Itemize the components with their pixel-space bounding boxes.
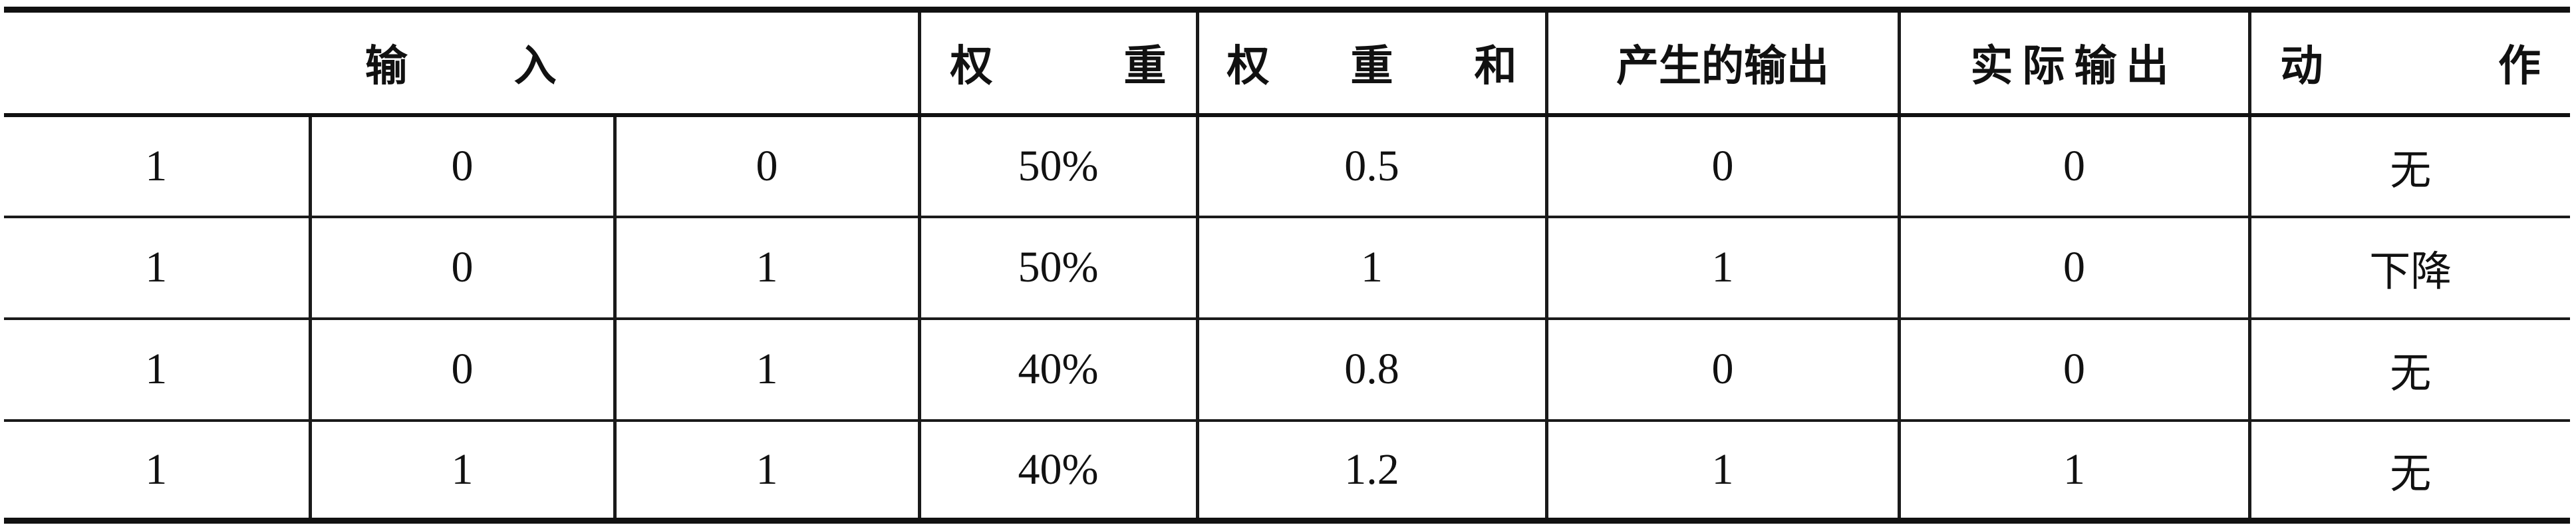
header-weight-sum-char-1: 权 [1226, 42, 1270, 92]
cell-action: 无 [2247, 317, 2571, 422]
header-weight-char-1: 权 [950, 42, 993, 92]
header-input-char-1: 输 [364, 42, 408, 92]
cell-actual-output: 0 [1897, 215, 2251, 320]
cell-weight-sum: 1.2 [1195, 419, 1548, 524]
header-produced-output: 产生的输出 [1544, 7, 1901, 117]
cell-input-1: 1 [4, 215, 312, 320]
cell-action: 下降 [2247, 215, 2571, 320]
header-action: 动 作 [2247, 7, 2571, 117]
cell-input-2: 0 [308, 215, 617, 320]
cell-weight: 50% [917, 113, 1199, 218]
header-row: 输 入 权 重 权 重 和 产生的输出 实际输出 动 作 [4, 7, 2571, 117]
header-actual-output: 实际输出 [1897, 7, 2251, 117]
table-row: 1 1 1 40% 1.2 1 1 无 [4, 419, 2571, 524]
cell-input-2: 0 [308, 317, 617, 422]
cell-weight-sum: 1 [1195, 215, 1548, 320]
weight-adjustment-table: 输 入 权 重 权 重 和 产生的输出 实际输出 动 作 1 0 0 50% 0… [4, 7, 2571, 524]
cell-actual-output: 1 [1897, 419, 2251, 524]
cell-input-2: 1 [308, 419, 617, 524]
cell-weight-sum: 0.8 [1195, 317, 1548, 422]
cell-produced-output: 0 [1544, 113, 1901, 218]
cell-input-3: 1 [613, 215, 921, 320]
cell-action: 无 [2247, 113, 2571, 218]
cell-weight: 40% [917, 419, 1199, 524]
table-row: 1 0 1 40% 0.8 0 0 无 [4, 317, 2571, 422]
document-page: 输 入 权 重 权 重 和 产生的输出 实际输出 动 作 1 0 0 50% 0… [0, 0, 2576, 527]
cell-produced-output: 1 [1544, 215, 1901, 320]
header-action-char-2: 作 [2498, 42, 2541, 92]
cell-input-3: 1 [613, 419, 921, 524]
cell-produced-output: 1 [1544, 419, 1901, 524]
cell-weight-sum: 0.5 [1195, 113, 1548, 218]
header-weight-sum: 权 重 和 [1195, 7, 1548, 117]
header-weight: 权 重 [917, 7, 1199, 117]
header-weight-sum-char-3: 和 [1474, 42, 1517, 92]
header-produced-output-label: 产生的输出 [1616, 42, 1830, 92]
cell-weight: 50% [917, 215, 1199, 320]
header-input-char-2: 入 [513, 42, 557, 92]
header-action-char-1: 动 [2280, 42, 2323, 92]
header-input: 输 入 [4, 7, 921, 117]
cell-action: 无 [2247, 419, 2571, 524]
table-row: 1 0 0 50% 0.5 0 0 无 [4, 113, 2571, 218]
header-weight-sum-char-2: 重 [1350, 42, 1393, 92]
header-actual-output-label: 实际输出 [1970, 42, 2178, 92]
cell-input-1: 1 [4, 419, 312, 524]
header-weight-char-2: 重 [1123, 42, 1167, 92]
table-row: 1 0 1 50% 1 1 0 下降 [4, 215, 2571, 320]
cell-actual-output: 0 [1897, 113, 2251, 218]
cell-input-3: 1 [613, 317, 921, 422]
cell-weight: 40% [917, 317, 1199, 422]
cell-actual-output: 0 [1897, 317, 2251, 422]
cell-produced-output: 0 [1544, 317, 1901, 422]
cell-input-3: 0 [613, 113, 921, 218]
cell-input-1: 1 [4, 113, 312, 218]
cell-input-1: 1 [4, 317, 312, 422]
cell-input-2: 0 [308, 113, 617, 218]
